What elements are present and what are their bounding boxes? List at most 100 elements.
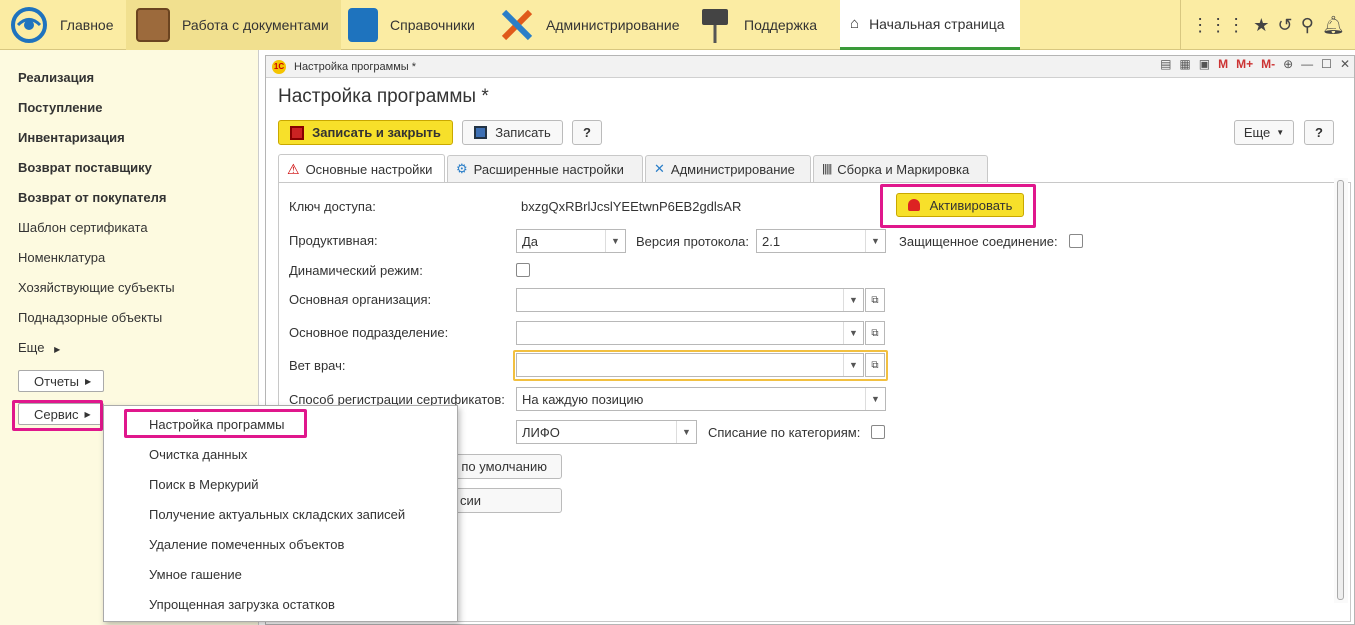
productive-value: Да [522,233,539,249]
sidebar-item-inventory[interactable]: Инвентаризация [18,130,125,145]
chevron-right-icon: ▶ [54,345,61,354]
secure-connection-checkbox[interactable] [1069,234,1083,248]
sidebar-item-receipt[interactable]: Поступление [18,100,103,115]
phonebook-icon [348,8,378,42]
tab-main-settings[interactable]: ⚠ Основные настройки [278,154,445,183]
access-key-field[interactable]: bxzgQxRBrlJcslYEEtwnP6EB2gdlsAR [516,194,886,218]
memory-minus-button[interactable]: M- [1261,57,1275,71]
chevron-down-icon[interactable]: ▼ [865,230,885,252]
write-off-by-category-checkbox[interactable] [871,425,885,439]
sidebar-item-supervised-objects[interactable]: Поднадзорные объекты [18,310,162,325]
logo-text: 1С [273,62,285,71]
tab-home-page[interactable]: ⌂ Начальная страница [840,0,1020,50]
dynamic-mode-checkbox[interactable] [516,263,530,277]
barcode-icon: ||||| [822,163,832,175]
nav-documents[interactable]: Работа с документами [126,0,341,50]
memory-plus-button[interactable]: M+ [1236,57,1253,71]
nav-support-label: Поддержка [744,17,818,33]
productive-select[interactable]: Да ▼ [516,229,626,253]
chevron-down-icon[interactable]: ▼ [865,388,885,410]
chevron-down-icon[interactable]: ▼ [676,421,696,443]
tab-administration[interactable]: ✕ Администрирование [645,155,811,182]
productive-label: Продуктивная: [289,233,378,248]
cert-registration-select[interactable]: На каждую позицию ▼ [516,387,886,411]
grid-icon[interactable]: ⋮⋮⋮ [1191,15,1245,36]
protocol-version-value: 2.1 [762,233,781,249]
nav-support[interactable]: Поддержка [700,0,817,50]
chevron-down-icon[interactable]: ▼ [843,322,863,344]
tools-icon [501,9,533,41]
protocol-version-label: Версия протокола: [636,234,750,249]
calculator-icon[interactable]: ▦ [1179,57,1190,71]
access-key-label: Ключ доступа: [289,199,376,214]
sidebar-item-business-entities[interactable]: Хозяйствующие субъекты [18,280,175,295]
main-subdivision-field[interactable]: ▼ [516,321,864,345]
save-icon [474,126,488,139]
tab-assembly-marking[interactable]: ||||| Сборка и Маркировка [813,155,988,182]
vet-doctor-field[interactable]: ▼ [516,353,864,377]
vet-doctor-label: Вет врач: [289,358,346,373]
menu-item-search-mercury[interactable]: Поиск в Меркурий [149,477,259,492]
menu-item-smart-redemption[interactable]: Умное гашение [149,567,242,582]
cert-registration-value: На каждую позицию [522,391,644,407]
memory-button[interactable]: M [1218,57,1228,71]
calendar-icon[interactable]: ▣ [1199,57,1210,71]
zoom-icon[interactable]: ⊕ [1283,57,1293,71]
open-vet-doctor-icon[interactable]: ⧉ [865,353,885,377]
nav-main[interactable]: Главное [10,0,114,50]
nav-administration[interactable]: Администрирование [500,0,680,50]
search-icon[interactable]: ⚲ [1301,15,1314,36]
sidebar-item-nomenclature[interactable]: Номенклатура [18,250,105,265]
main-organization-field[interactable]: ▼ [516,288,864,312]
sidebar-item-return-supplier[interactable]: Возврат поставщику [18,160,152,175]
more-label: Еще [1243,125,1271,140]
menu-item-clear-data[interactable]: Очистка данных [149,447,247,462]
protocol-version-select[interactable]: 2.1 ▼ [756,229,886,253]
tab-main-settings-label: Основные настройки [305,161,433,177]
help-button-right[interactable]: ? [1304,120,1334,145]
scrollbar-thumb[interactable] [1337,180,1344,600]
help-sign-icon [702,9,728,43]
reports-button[interactable]: Отчеты ▶ [18,370,105,392]
write-off-method-select[interactable]: ЛИФО ▼ [516,420,697,444]
open-organization-icon[interactable]: ⧉ [865,288,885,312]
vertical-scrollbar[interactable] [1334,178,1348,603]
chevron-down-icon: ▼ [1276,128,1285,137]
star-icon[interactable]: ★ [1253,15,1269,36]
menu-item-simple-stock-load[interactable]: Упрощенная загрузка остатков [149,597,335,612]
bell-icon[interactable]: 🔔︎ [1322,15,1345,36]
save-and-close-button[interactable]: Записать и закрыть [278,120,453,145]
briefcase-icon [136,8,170,42]
tab-advanced-settings[interactable]: ⚙ Расширенные настройки [447,155,643,182]
save-icon [290,125,305,140]
history-icon[interactable]: ↺ [1277,15,1292,36]
menu-item-delete-marked[interactable]: Удаление помеченных объектов [149,537,344,552]
menu-item-get-warehouse-records[interactable]: Получение актуальных складских записей [149,507,405,522]
close-icon[interactable]: ✕ [1340,57,1350,71]
tab-home-page-label: Начальная страница [869,15,1005,32]
nav-directories[interactable]: Справочники [348,0,475,50]
gear-globe-icon: ⚙ [456,161,468,176]
save-label: Записать [495,125,551,140]
reports-button-label: Отчеты [34,373,79,389]
maximize-icon[interactable]: ☐ [1321,57,1332,71]
dynamic-mode-label: Динамический режим: [289,263,423,278]
secure-connection-label: Защищенное соединение: [899,234,1058,249]
help-button[interactable]: ? [572,120,602,145]
sidebar-item-more-label: Еще [18,340,45,355]
minimize-icon[interactable]: — [1301,57,1313,71]
sidebar-item-cert-template[interactable]: Шаблон сертификата [18,220,148,235]
chevron-down-icon[interactable]: ▼ [843,354,863,376]
nav-administration-label: Администрирование [546,17,680,33]
tab-assembly-marking-label: Сборка и Маркировка [837,161,970,177]
print-icon[interactable]: ▤ [1160,57,1171,71]
save-button[interactable]: Записать [462,120,563,145]
sidebar-item-more[interactable]: Еще ▶ [18,340,60,355]
more-button[interactable]: Еще ▼ [1234,120,1294,145]
sidebar-item-sales[interactable]: Реализация [18,70,94,85]
nav-main-label: Главное [60,17,114,33]
open-subdivision-icon[interactable]: ⧉ [865,321,885,345]
chevron-down-icon[interactable]: ▼ [605,230,625,252]
sidebar-item-return-customer[interactable]: Возврат от покупателя [18,190,166,205]
chevron-down-icon[interactable]: ▼ [843,289,863,311]
